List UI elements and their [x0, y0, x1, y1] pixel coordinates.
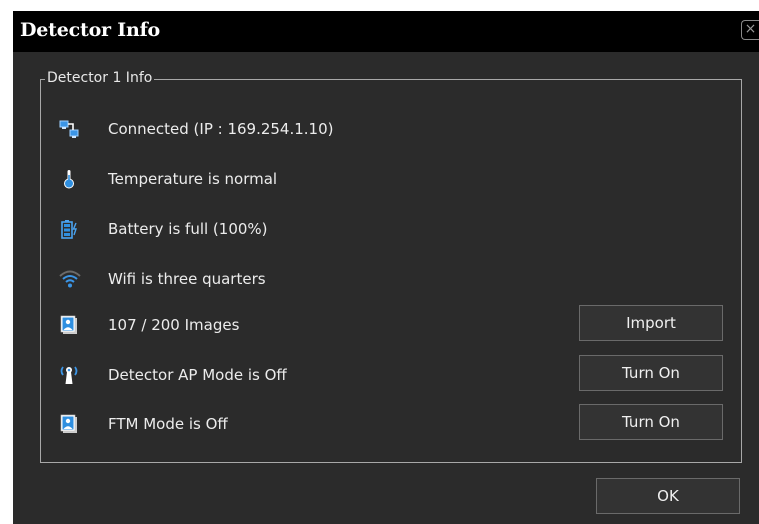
- wifi-row: Wifi is three quarters: [13, 262, 759, 296]
- ap-mode-row: Detector AP Mode is Off Turn On: [13, 355, 759, 392]
- images-count-text: 107 / 200 Images: [108, 316, 240, 334]
- ftm-mode-row: FTM Mode is Off Turn On: [13, 404, 759, 441]
- thermometer-icon: [59, 169, 79, 189]
- ftm-mode-status-text: FTM Mode is Off: [108, 415, 228, 433]
- detector-info-dialog: Detector Info × Detector 1 Info Connecte…: [13, 11, 759, 524]
- connection-row: Connected (IP : 169.254.1.10): [13, 112, 759, 146]
- title-bar: Detector Info ×: [13, 11, 759, 52]
- antenna-icon: [59, 365, 79, 385]
- battery-full-icon: [59, 219, 79, 239]
- temperature-status-text: Temperature is normal: [108, 170, 278, 188]
- import-button[interactable]: Import: [579, 305, 723, 341]
- ap-mode-status-text: Detector AP Mode is Off: [108, 366, 287, 384]
- network-connected-icon: [59, 119, 79, 139]
- close-button[interactable]: ×: [741, 20, 759, 40]
- groupbox-title: Detector 1 Info: [45, 69, 155, 87]
- ftm-mode-turn-on-button[interactable]: Turn On: [579, 404, 723, 440]
- battery-row: Battery is full (100%): [13, 212, 759, 246]
- ok-button[interactable]: OK: [596, 478, 740, 514]
- wifi-status-text: Wifi is three quarters: [108, 270, 266, 288]
- close-icon: ×: [744, 21, 757, 37]
- temperature-row: Temperature is normal: [13, 162, 759, 196]
- ap-mode-turn-on-button[interactable]: Turn On: [579, 355, 723, 391]
- connection-status-text: Connected (IP : 169.254.1.10): [108, 120, 334, 138]
- ftm-image-icon: [59, 414, 79, 434]
- images-icon: [59, 315, 79, 335]
- images-row: 107 / 200 Images Import: [13, 305, 759, 342]
- wifi-icon: [59, 269, 81, 289]
- battery-status-text: Battery is full (100%): [108, 220, 268, 238]
- dialog-title: Detector Info: [20, 19, 161, 41]
